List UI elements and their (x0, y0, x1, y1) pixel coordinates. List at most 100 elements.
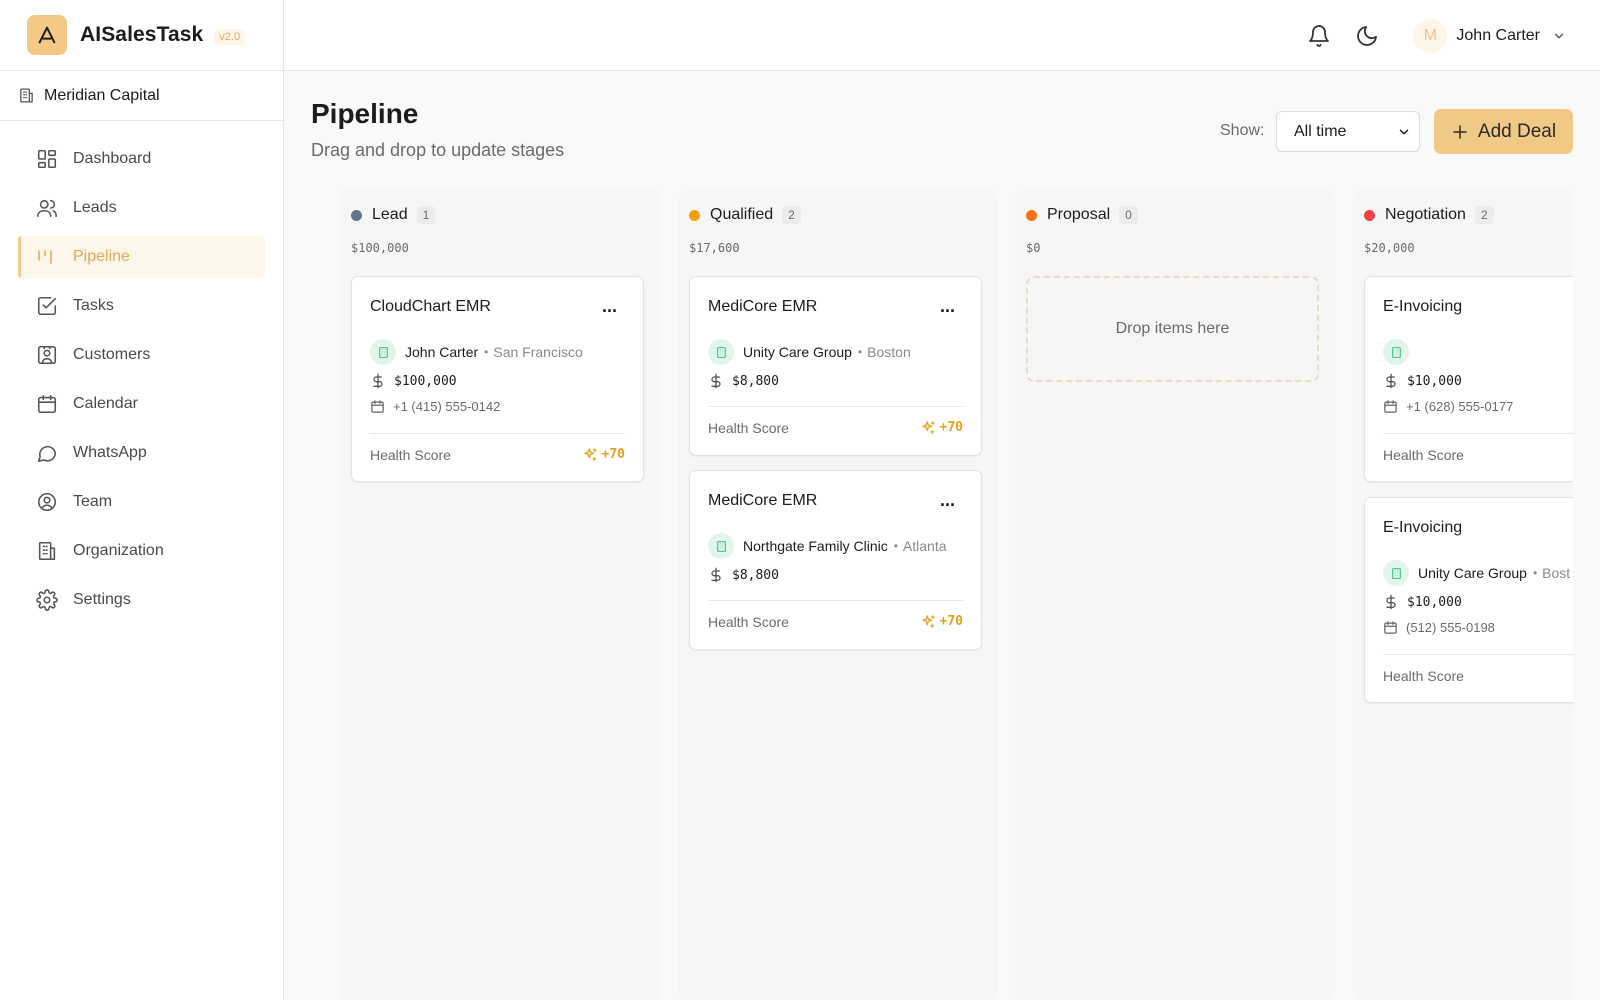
divider (708, 600, 963, 601)
sidebar-item-whatsapp[interactable]: WhatsApp (18, 432, 265, 474)
amount-row: $8,800 (708, 567, 779, 583)
column-header: Qualified 2 (689, 206, 801, 224)
health-score: +70 (921, 614, 963, 629)
user-circle-icon (36, 491, 58, 513)
user-menu[interactable]: M John Carter (1413, 19, 1566, 53)
divider (1383, 654, 1573, 655)
phone-row: (512) 555-0198 (1383, 620, 1495, 635)
company-city: San Francisco (493, 344, 583, 360)
deal-title: CloudChart EMR (370, 298, 491, 315)
company-row (1383, 339, 1409, 365)
column-header: Lead 1 (351, 206, 436, 224)
sidebar-item-calendar[interactable]: Calendar (18, 383, 265, 425)
company-row: John Carter • San Francisco (370, 339, 583, 365)
page-subtitle: Drag and drop to update stages (311, 140, 565, 160)
column-count: 1 (416, 206, 436, 224)
deal-card[interactable]: E-Invoicing Unity Care Group • Bost $10,… (1364, 497, 1573, 703)
gear-icon (36, 589, 58, 611)
users-icon (36, 197, 58, 219)
sidebar-item-team[interactable]: Team (18, 481, 265, 523)
checkbox-icon (36, 295, 58, 317)
building-icon (1383, 560, 1409, 586)
health-score: +70 (583, 447, 625, 462)
column-title: Lead (372, 206, 408, 223)
avatar: M (1413, 19, 1448, 53)
separator: • (1532, 566, 1538, 580)
sidebar: AISalesTask v2.0 Meridian Capital Dashbo… (0, 0, 284, 1000)
top-bar: M John Carter (284, 0, 1600, 71)
chevron-down-icon (1552, 29, 1566, 43)
sidebar-item-leads[interactable]: Leads (18, 187, 265, 229)
sidebar-item-pipeline[interactable]: Pipeline (18, 236, 265, 278)
app-logo-icon[interactable] (27, 15, 67, 55)
phone-row: +1 (415) 555-0142 (370, 399, 500, 414)
column-header: Negotiation 2 (1364, 206, 1494, 224)
sidebar-item-label: Team (73, 493, 113, 510)
health-score: +70 (921, 420, 963, 435)
company-name: Unity Care Group (743, 344, 852, 360)
separator: • (484, 345, 489, 359)
divider (370, 433, 625, 434)
stage-dot (1026, 209, 1037, 221)
company-name: John Carter (405, 344, 479, 360)
building-icon (1383, 339, 1409, 365)
deal-phone: (512) 555-0198 (1406, 620, 1495, 635)
stage-dot (689, 209, 700, 221)
company-row: Unity Care Group • Bost (1383, 560, 1570, 586)
moon-icon[interactable] (1355, 24, 1379, 48)
deal-card[interactable]: CloudChart EMR ... John Carter • San Fra… (351, 276, 644, 482)
health-score-label: Health Score (708, 614, 789, 630)
amount-row: $100,000 (370, 373, 457, 389)
sidebar-item-tasks[interactable]: Tasks (18, 285, 265, 327)
version-badge: v2.0 (214, 29, 246, 45)
calendar-icon (1383, 620, 1398, 635)
column-title: Proposal (1047, 206, 1111, 223)
deal-phone: +1 (415) 555-0142 (393, 399, 501, 414)
deal-card[interactable]: MediCore EMR ... Unity Care Group • Bost… (689, 276, 982, 456)
deal-amount: $10,000 (1407, 594, 1462, 610)
sidebar-item-label: Dashboard (73, 150, 152, 167)
sidebar-item-organization[interactable]: Organization (18, 530, 265, 572)
separator: • (893, 539, 898, 553)
sidebar-item-dashboard[interactable]: Dashboard (18, 138, 265, 180)
health-score-value: +70 (939, 614, 963, 629)
column-total: $17,600 (689, 241, 740, 255)
deal-card[interactable]: E-Invoicing $10,000 +1 (628) 555-0177 He… (1364, 276, 1573, 482)
company-row: Northgate Family Clinic • Atlanta (708, 533, 947, 559)
building-icon (36, 540, 58, 562)
divider (1383, 433, 1573, 434)
sidebar-item-customers[interactable]: Customers (18, 334, 265, 376)
sidebar-item-label: Organization (73, 542, 164, 559)
bell-icon[interactable] (1307, 24, 1331, 48)
drop-zone[interactable]: Drop items here (1026, 276, 1319, 382)
time-range-select[interactable]: All time (1276, 111, 1420, 152)
more-options-button[interactable]: ... (940, 491, 955, 509)
column-total: $0 (1026, 241, 1041, 255)
column-title: Qualified (710, 206, 774, 223)
deal-title: E-Invoicing (1383, 519, 1463, 536)
company-city: Bost (1542, 565, 1571, 581)
divider (708, 406, 963, 407)
deal-amount: $8,800 (732, 373, 779, 389)
org-switcher[interactable]: Meridian Capital (0, 71, 283, 121)
column-count: 2 (782, 206, 801, 224)
health-score-label: Health Score (370, 447, 451, 463)
more-options-button[interactable]: ... (602, 297, 617, 315)
dashboard-icon (36, 148, 58, 170)
health-score-label: Health Score (1383, 447, 1464, 463)
deal-title: MediCore EMR (708, 492, 818, 509)
dollar-icon (708, 373, 724, 389)
plus-icon (1451, 123, 1469, 141)
sidebar-item-settings[interactable]: Settings (18, 579, 265, 621)
health-score-label: Health Score (708, 420, 789, 436)
column-count: 2 (1474, 206, 1494, 224)
more-options-button[interactable]: ... (940, 297, 955, 315)
health-score-label: Health Score (1383, 668, 1464, 684)
building-icon (370, 339, 396, 365)
brand: AISalesTask v2.0 (0, 0, 283, 71)
add-deal-button[interactable]: Add Deal (1434, 109, 1573, 154)
deal-card[interactable]: MediCore EMR ... Northgate Family Clinic… (689, 470, 982, 650)
dollar-icon (1383, 594, 1399, 610)
column-total: $20,000 (1364, 241, 1415, 255)
page-title: Pipeline (311, 98, 419, 129)
